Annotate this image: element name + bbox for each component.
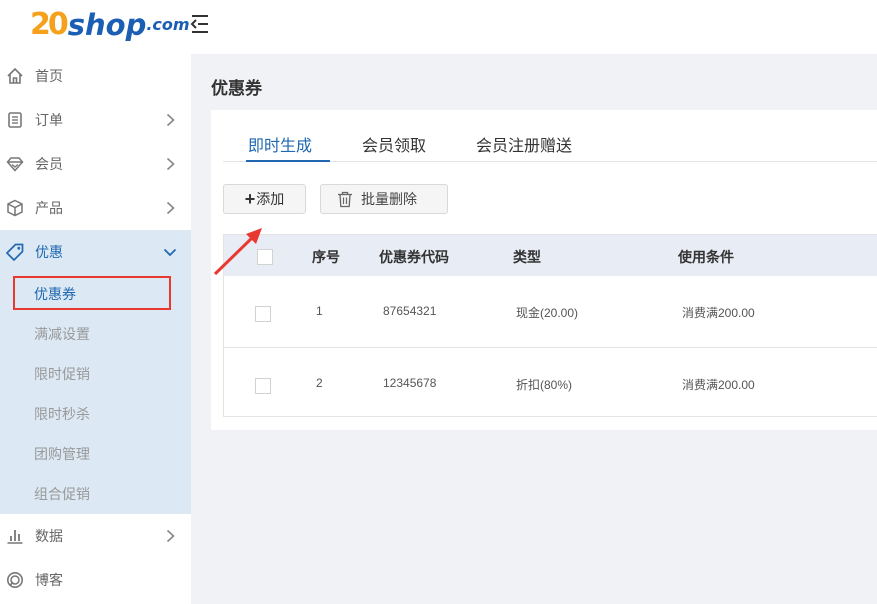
sidebar-subitem-bundle-promo[interactable]: 组合促销 (0, 474, 191, 514)
annotation-arrow (213, 228, 262, 276)
order-icon (8, 112, 22, 128)
sidebar-item-members[interactable]: 会员 (0, 142, 191, 186)
sidebar-item-label: 优惠 (35, 244, 63, 260)
sidebar-item-promotions[interactable]: 优惠 (0, 230, 191, 274)
cell-type: 折扣(80%) (516, 378, 573, 392)
sidebar-item-label: 产品 (35, 200, 63, 216)
cell-no: 1 (316, 304, 323, 318)
tab-register-gift[interactable]: 会员注册赠送 (476, 132, 572, 156)
header-type: 类型 (513, 249, 541, 265)
sidebar-item-label: 数据 (35, 528, 63, 544)
logo-domain: .com (146, 15, 190, 34)
tab-bar: 即时生成 会员领取 会员注册赠送 (223, 128, 877, 162)
coupon-table: 序号 优惠券代码 类型 使用条件 1 87654321 现金(20.00) 消费… (223, 234, 877, 417)
sidebar-subitem-limited-promo[interactable]: 限时促销 (0, 354, 191, 394)
row-checkbox[interactable] (255, 306, 271, 322)
header-no: 序号 (312, 249, 340, 265)
chevron-right-icon (166, 201, 175, 215)
sidebar-item-label: 订单 (35, 112, 63, 128)
sidebar-group-promotions: 优惠 优惠券 满减设置 限时促销 限时秒杀 团购管理 组合促销 (0, 230, 191, 514)
top-bar: 20 shop .com (0, 0, 877, 54)
sidebar-subitem-flash-sale[interactable]: 限时秒杀 (0, 394, 191, 434)
trash-icon (338, 191, 352, 207)
sidebar-item-data[interactable]: 数据 (0, 514, 191, 558)
batch-delete-label: 批量删除 (361, 191, 417, 207)
logo-number: 20 (30, 7, 69, 42)
table-header: 序号 优惠券代码 类型 使用条件 (224, 235, 877, 276)
sidebar-subitem-coupons[interactable]: 优惠券 (0, 274, 191, 314)
tab-member-claim[interactable]: 会员领取 (362, 132, 426, 156)
promo-tag-icon (6, 243, 24, 261)
blog-icon (7, 572, 23, 588)
home-icon (7, 67, 23, 84)
sidebar-item-label: 会员 (35, 156, 63, 172)
sidebar: 首页 订单 会员 产品 优惠 优惠券 满减设置 限时促销 限时秒杀 团购管理 组… (0, 54, 191, 604)
chart-icon (7, 530, 23, 544)
cell-type: 现金(20.00) (516, 306, 579, 320)
chevron-right-icon (166, 157, 175, 171)
logo-shop: shop (67, 8, 147, 42)
cell-code: 12345678 (383, 376, 437, 390)
product-icon (7, 199, 23, 217)
sidebar-item-label: 博客 (35, 572, 63, 588)
row-checkbox[interactable] (255, 378, 271, 394)
collapse-menu-icon[interactable] (190, 13, 210, 35)
chevron-down-icon (163, 248, 177, 257)
sidebar-subitem-group-buy[interactable]: 团购管理 (0, 434, 191, 474)
cell-condition: 消费满200.00 (682, 378, 755, 392)
sidebar-subitem-full-reduction[interactable]: 满减设置 (0, 314, 191, 354)
page-title: 优惠券 (211, 79, 262, 98)
chevron-right-icon (166, 529, 175, 543)
cell-no: 2 (316, 376, 323, 390)
batch-delete-button[interactable]: 批量删除 (320, 184, 448, 214)
add-button-label: 添加 (256, 191, 285, 207)
member-icon (6, 157, 24, 172)
add-button[interactable]: + 添加 (223, 184, 306, 214)
cell-condition: 消费满200.00 (682, 306, 755, 320)
sidebar-item-label: 首页 (35, 68, 63, 84)
sidebar-item-home[interactable]: 首页 (0, 54, 191, 98)
table-row: 1 87654321 现金(20.00) 消费满200.00 (224, 276, 877, 347)
header-code: 优惠券代码 (379, 249, 449, 265)
chevron-right-icon (166, 113, 175, 127)
tab-instant-generate[interactable]: 即时生成 (248, 132, 312, 156)
coupon-panel: 即时生成 会员领取 会员注册赠送 + 添加 批量删除 序号 优惠券代码 类型 使… (211, 110, 877, 430)
sidebar-item-products[interactable]: 产品 (0, 186, 191, 230)
table-row: 2 12345678 折扣(80%) 消费满200.00 (224, 347, 877, 418)
sidebar-item-orders[interactable]: 订单 (0, 98, 191, 142)
sidebar-item-blog[interactable]: 博客 (0, 558, 191, 602)
active-tab-indicator (246, 160, 330, 162)
cell-code: 87654321 (383, 304, 437, 318)
logo[interactable]: 20 shop .com (30, 4, 190, 44)
header-condition: 使用条件 (678, 249, 734, 265)
plus-icon: + (244, 189, 256, 209)
